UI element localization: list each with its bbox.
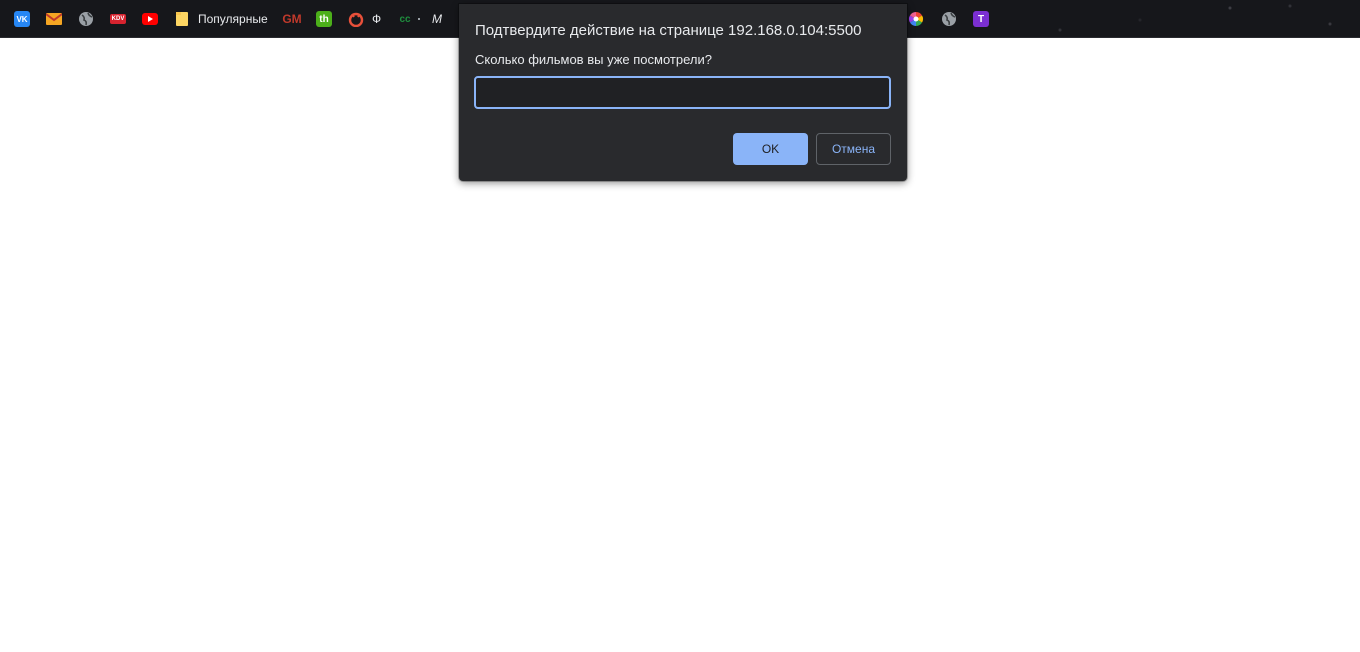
- dialog-title: Подтвердите действие на странице 192.168…: [475, 22, 862, 39]
- bookmark-f-label: Ф: [372, 12, 382, 26]
- bookmark-th[interactable]: th: [316, 10, 332, 28]
- youtube-icon: [142, 11, 158, 27]
- bookmark-cc[interactable]: cc: [397, 10, 413, 28]
- ok-button[interactable]: OK: [733, 133, 808, 165]
- bookmark-globe-2[interactable]: [941, 10, 957, 28]
- bookmark-kdv[interactable]: KDV: [110, 10, 126, 28]
- gm-icon: GM: [282, 12, 302, 26]
- bookmark-mail[interactable]: [46, 10, 62, 28]
- folder-icon: [174, 11, 190, 27]
- bookmark-vk[interactable]: VK: [14, 10, 30, 28]
- bookmark-m[interactable]: M: [429, 10, 445, 28]
- cancel-button[interactable]: Отмена: [816, 133, 891, 165]
- separator-dot: [418, 10, 420, 28]
- link-icon: cc: [399, 13, 411, 25]
- vk-icon: VK: [14, 11, 30, 27]
- dialog-message: Сколько фильмов вы уже посмотрели?: [475, 52, 712, 67]
- t-icon: T: [973, 11, 989, 27]
- globe-icon: [78, 11, 94, 27]
- bookmark-color[interactable]: [908, 10, 924, 28]
- kdv-icon: KDV: [110, 14, 126, 24]
- bookmark-gm[interactable]: GM: [282, 10, 302, 28]
- bookmark-f[interactable]: Ф: [348, 10, 381, 28]
- bookmark-globe-1[interactable]: [78, 10, 94, 28]
- bookmark-t[interactable]: T: [973, 10, 989, 28]
- separator-dot-mark: [418, 18, 420, 20]
- color-wheel-icon: [908, 11, 924, 27]
- bookmark-folder-label: Популярные: [198, 12, 268, 26]
- bookmark-folder-popular[interactable]: Популярные: [174, 10, 268, 28]
- bookmark-youtube[interactable]: [142, 10, 158, 28]
- dragon-icon: [348, 11, 364, 27]
- m-icon: M: [432, 12, 442, 26]
- globe-icon: [941, 11, 957, 27]
- prompt-dialog: Подтвердите действие на странице 192.168…: [459, 4, 907, 181]
- mail-icon: [46, 11, 62, 27]
- th-icon: th: [316, 11, 332, 27]
- prompt-input[interactable]: [474, 76, 891, 109]
